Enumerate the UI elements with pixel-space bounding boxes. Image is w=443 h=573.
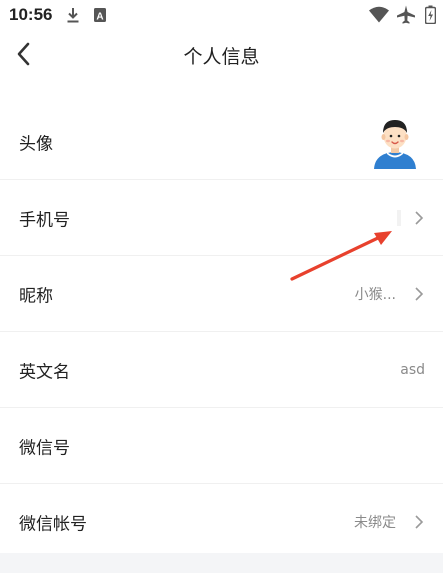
avatar[interactable] [372,115,418,169]
chevron-right-icon [415,514,424,529]
status-bar: 10:56 A [0,0,443,30]
row-label-nickname: 昵称 [19,286,53,306]
wechat-account-value: 未绑定 [354,514,396,531]
airplane-icon [397,5,415,24]
profile-screen: 10:56 A 个人信息 头像 手机号 昵称 小猴... 英文名 asd 微信号… [0,0,443,573]
profile-list: 头像 手机号 昵称 小猴... 英文名 asd 微信号 微信帐号 未绑定 [0,104,443,559]
row-label-phone: 手机号 [19,210,70,230]
a-notification-icon: A [94,8,106,23]
nickname-value: 小猴... [354,286,396,303]
wifi-icon [369,6,389,23]
row-label-wechat-account: 微信帐号 [19,514,87,534]
phone-row[interactable]: 手机号 [0,180,443,256]
chevron-right-icon [415,286,424,301]
download-icon [67,8,79,23]
nickname-row[interactable]: 昵称 小猴... [0,256,443,332]
avatar-row[interactable]: 头像 [0,104,443,180]
row-label-wechat-id: 微信号 [19,438,70,458]
battery-icon [425,5,436,24]
bottom-background [0,553,443,573]
english-name-value: asd [400,361,425,378]
app-bar: 个人信息 [0,30,443,80]
row-label-english-name: 英文名 [19,362,70,382]
wechat-id-row[interactable]: 微信号 [0,408,443,484]
svg-text:A: A [96,12,103,23]
header-spacer [0,80,443,104]
row-label-avatar: 头像 [19,134,53,154]
chevron-right-icon [415,210,424,225]
wechat-account-row[interactable]: 微信帐号 未绑定 [0,484,443,559]
page-title: 个人信息 [183,46,260,68]
phone-value-placeholder [397,209,401,226]
status-time: 10:56 [9,5,53,24]
english-name-row[interactable]: 英文名 asd [0,332,443,408]
